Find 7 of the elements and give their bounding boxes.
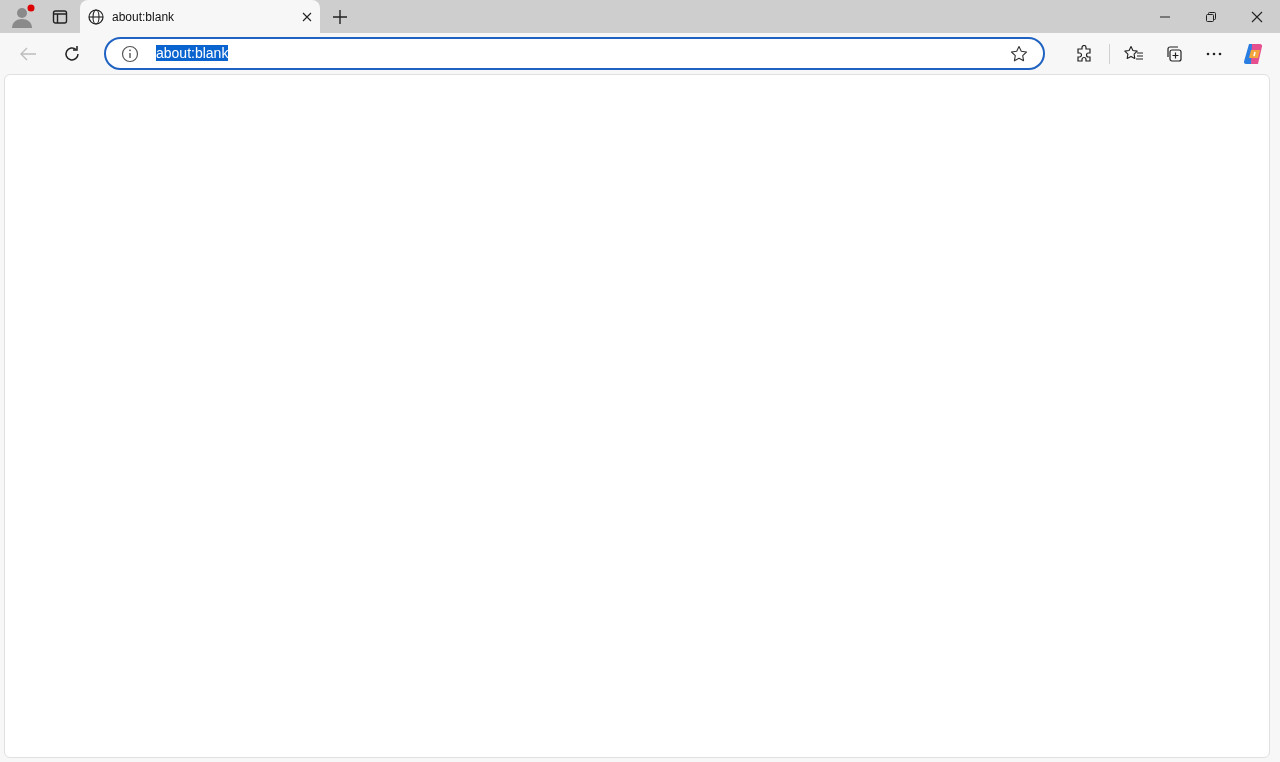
browser-tab[interactable]: about:blank — [80, 0, 320, 33]
address-bar[interactable]: about:blank — [104, 37, 1045, 70]
tab-title: about:blank — [112, 8, 176, 26]
globe-icon — [88, 8, 104, 25]
info-icon[interactable] — [120, 43, 140, 64]
close-icon[interactable] — [302, 11, 312, 22]
url-text: about:blank — [156, 45, 229, 61]
